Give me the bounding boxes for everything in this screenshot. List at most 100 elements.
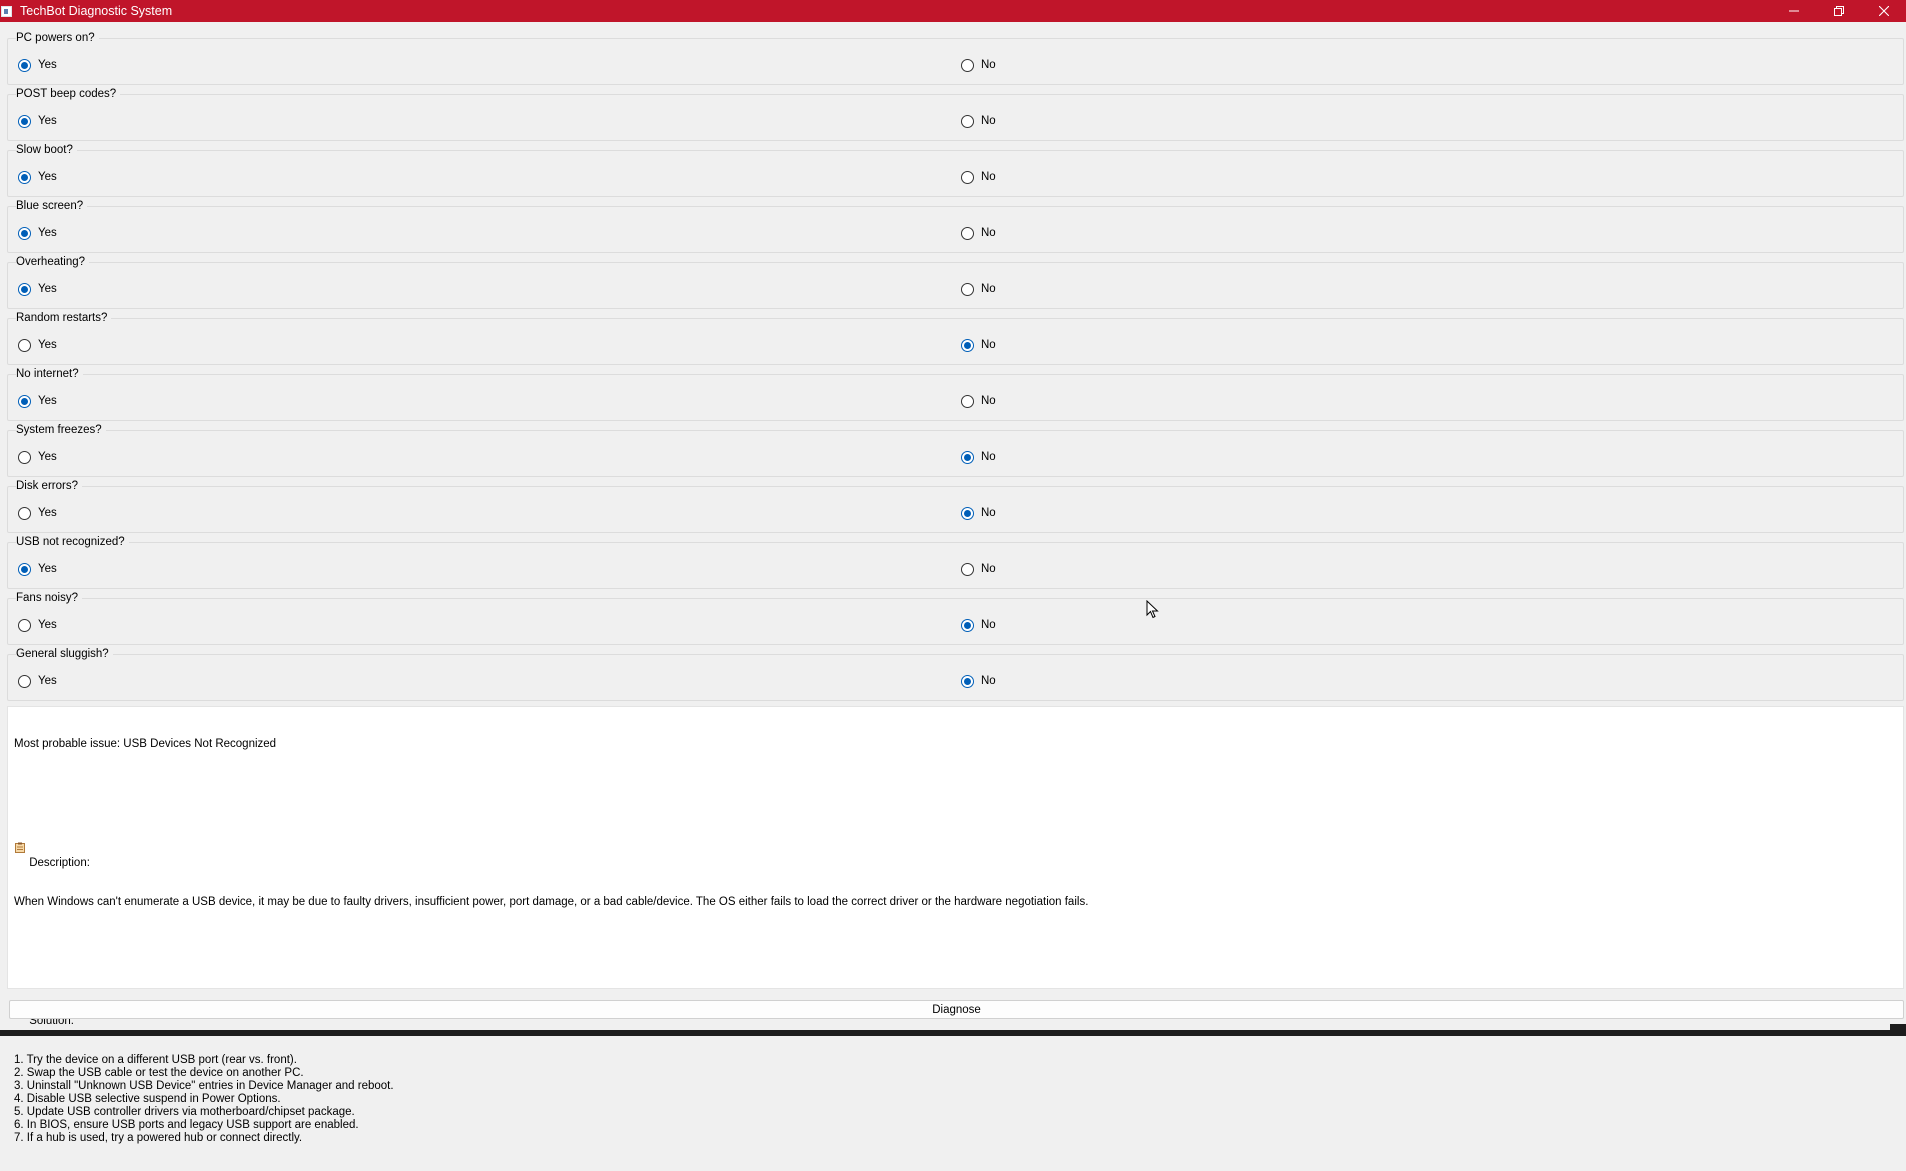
radio-label: Yes — [38, 283, 57, 295]
radio-label: Yes — [38, 395, 57, 407]
radio-button-icon[interactable] — [961, 114, 974, 128]
radio-yes[interactable]: Yes — [18, 337, 57, 353]
radio-button-icon[interactable] — [961, 562, 974, 576]
radio-button-icon[interactable] — [18, 674, 31, 688]
question-group: USB not recognized? Yes No — [7, 535, 1904, 589]
radio-label: No — [981, 115, 996, 127]
issue-line: Most probable issue: USB Devices Not Rec… — [14, 738, 277, 750]
radio-yes[interactable]: Yes — [18, 617, 57, 633]
diagnosis-output[interactable]: Most probable issue: USB Devices Not Rec… — [7, 706, 1904, 1144]
app-icon — [1, 5, 12, 17]
radio-yes[interactable]: Yes — [18, 225, 57, 241]
diagnose-button[interactable]: Diagnose — [9, 1000, 1904, 1019]
solution-step: 7. If a hub is used, try a powered hub o… — [14, 1132, 303, 1144]
window-controls — [1771, 0, 1906, 22]
radio-button-icon[interactable] — [18, 506, 31, 520]
radio-label: No — [981, 563, 996, 575]
radio-button-icon[interactable] — [18, 562, 31, 576]
radio-button-icon[interactable] — [961, 58, 974, 72]
radio-label: No — [981, 451, 996, 463]
title-bar: TechBot Diagnostic System — [0, 0, 1906, 22]
radio-button-icon[interactable] — [961, 226, 974, 240]
radio-label: Yes — [38, 115, 57, 127]
radio-button-icon[interactable] — [18, 170, 31, 184]
question-group: Slow boot? Yes No — [7, 143, 1904, 197]
restore-button[interactable] — [1816, 0, 1861, 22]
main-panel: PC powers on? Yes No POST beep codes? Yes No S… — [0, 22, 1906, 1144]
radio-button-icon[interactable] — [18, 226, 31, 240]
window-title: TechBot Diagnostic System — [20, 4, 173, 18]
radio-no[interactable]: No — [961, 561, 996, 577]
mouse-cursor-icon — [1146, 600, 1159, 619]
close-button[interactable] — [1861, 0, 1906, 22]
radio-yes[interactable]: Yes — [18, 281, 57, 297]
close-icon — [1878, 6, 1889, 16]
radio-yes[interactable]: Yes — [18, 393, 57, 409]
resize-grip-icon[interactable] — [1890, 1024, 1906, 1036]
question-label: POST beep codes? — [16, 87, 121, 101]
radio-no[interactable]: No — [961, 673, 996, 689]
radio-yes[interactable]: Yes — [18, 113, 57, 129]
radio-no[interactable]: No — [961, 225, 996, 241]
solution-step: 1. Try the device on a different USB por… — [14, 1054, 297, 1066]
radio-label: Yes — [38, 451, 57, 463]
radio-yes[interactable]: Yes — [18, 505, 57, 521]
radio-yes[interactable]: Yes — [18, 561, 57, 577]
radio-label: Yes — [38, 563, 57, 575]
solution-step: 6. In BIOS, ensure USB ports and legacy … — [14, 1119, 359, 1131]
radio-label: No — [981, 339, 996, 351]
description-label: Description: — [29, 857, 90, 869]
clipboard-icon — [14, 816, 26, 870]
question-group: PC powers on? Yes No — [7, 31, 1904, 85]
radio-no[interactable]: No — [961, 57, 996, 73]
radio-button-icon[interactable] — [961, 394, 974, 408]
radio-button-icon[interactable] — [961, 674, 974, 688]
radio-yes[interactable]: Yes — [18, 169, 57, 185]
radio-button-icon[interactable] — [961, 618, 974, 632]
radio-button-icon[interactable] — [18, 58, 31, 72]
minimize-button[interactable] — [1771, 0, 1816, 22]
radio-label: No — [981, 227, 996, 239]
radio-button-icon[interactable] — [961, 282, 974, 296]
radio-button-icon[interactable] — [961, 450, 974, 464]
radio-button-icon[interactable] — [18, 338, 31, 352]
radio-button-icon[interactable] — [18, 282, 31, 296]
radio-label: No — [981, 675, 996, 687]
question-label: Fans noisy? — [16, 591, 83, 605]
radio-button-icon[interactable] — [961, 338, 974, 352]
radio-no[interactable]: No — [961, 449, 996, 465]
description-text: When Windows can't enumerate a USB devic… — [14, 896, 1089, 908]
radio-no[interactable]: No — [961, 169, 996, 185]
solution-step: 2. Swap the USB cable or test the device… — [14, 1067, 304, 1079]
radio-button-icon[interactable] — [961, 506, 974, 520]
radio-no[interactable]: No — [961, 337, 996, 353]
radio-yes[interactable]: Yes — [18, 57, 57, 73]
restore-icon — [1833, 6, 1844, 16]
minimize-icon — [1788, 10, 1799, 12]
question-label: PC powers on? — [16, 31, 99, 45]
radio-label: Yes — [38, 675, 57, 687]
radio-label: No — [981, 507, 996, 519]
radio-label: Yes — [38, 227, 57, 239]
radio-yes[interactable]: Yes — [18, 449, 57, 465]
solution-step: 3. Uninstall "Unknown USB Device" entrie… — [14, 1080, 394, 1092]
radio-button-icon[interactable] — [18, 114, 31, 128]
radio-yes[interactable]: Yes — [18, 673, 57, 689]
radio-no[interactable]: No — [961, 113, 996, 129]
question-label: System freezes? — [16, 423, 106, 437]
radio-label: Yes — [38, 171, 57, 183]
radio-no[interactable]: No — [961, 393, 996, 409]
question-label: No internet? — [16, 367, 83, 381]
radio-label: Yes — [38, 619, 57, 631]
radio-no[interactable]: No — [961, 617, 996, 633]
radio-label: Yes — [38, 507, 57, 519]
radio-button-icon[interactable] — [961, 170, 974, 184]
radio-no[interactable]: No — [961, 505, 996, 521]
radio-button-icon[interactable] — [18, 450, 31, 464]
radio-label: No — [981, 619, 996, 631]
radio-no[interactable]: No — [961, 281, 996, 297]
question-group: Disk errors? Yes No — [7, 479, 1904, 533]
radio-button-icon[interactable] — [18, 394, 31, 408]
radio-button-icon[interactable] — [18, 618, 31, 632]
radio-label: No — [981, 171, 996, 183]
